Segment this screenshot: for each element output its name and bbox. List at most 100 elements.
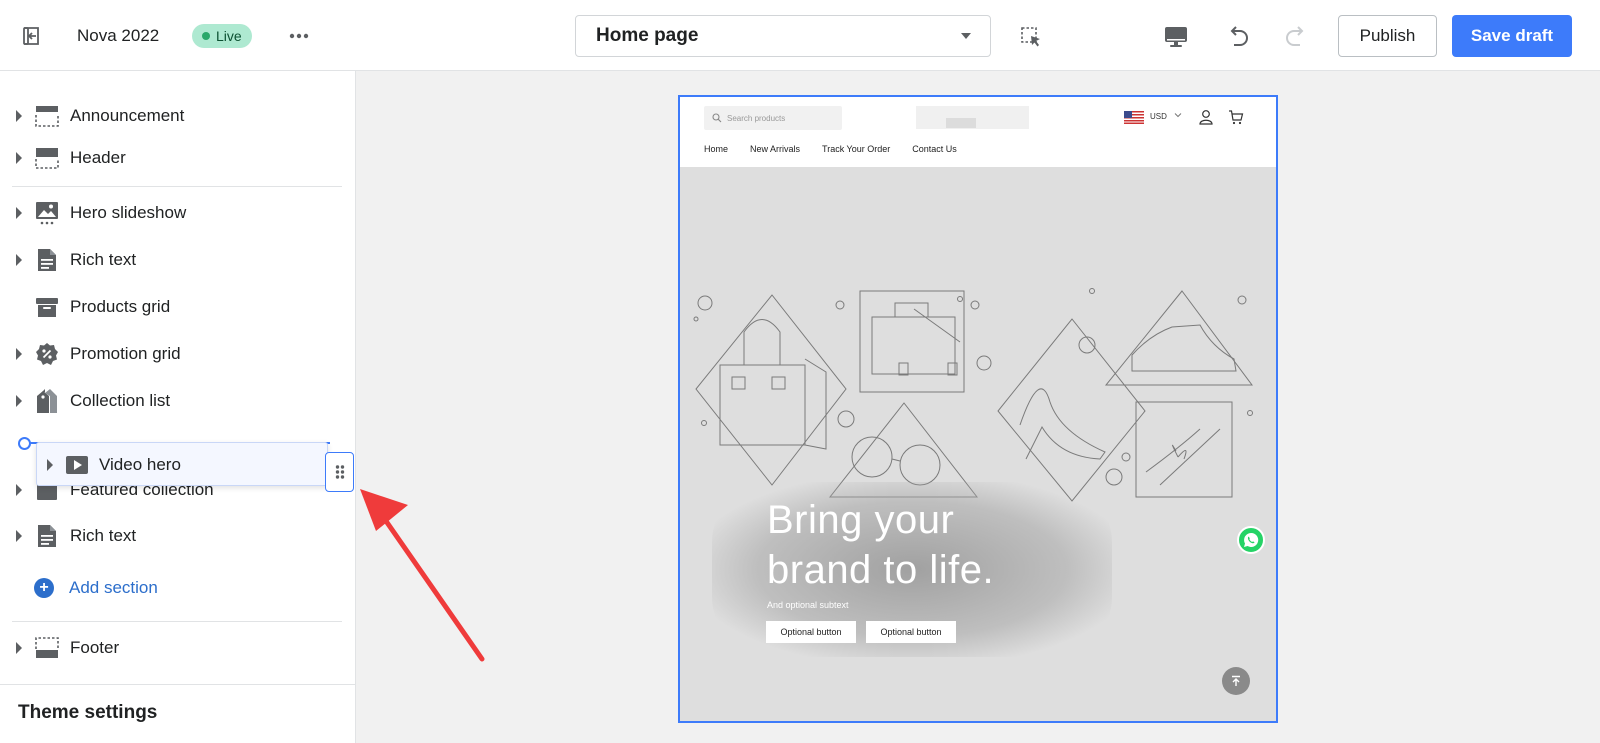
theme-settings-label: Theme settings: [18, 702, 158, 723]
expand-chevron-icon[interactable]: [16, 395, 22, 407]
expand-chevron-icon: [47, 459, 53, 471]
add-circle-icon: +: [34, 578, 54, 598]
expand-chevron-icon[interactable]: [16, 207, 22, 219]
drop-position-dot: [18, 437, 31, 450]
preview-nav-contact[interactable]: Contact Us: [912, 144, 957, 154]
preview-store-header[interactable]: Search products USD Home New Arrivals Tr…: [680, 97, 1276, 167]
select-cursor-icon: [1021, 27, 1040, 47]
discount-badge-icon: [34, 341, 60, 367]
expand-chevron-icon[interactable]: [16, 484, 22, 496]
preview-nav-track-order[interactable]: Track Your Order: [822, 144, 890, 154]
redo-icon: [1286, 26, 1304, 46]
exit-editor-button[interactable]: [18, 22, 46, 50]
image-slideshow-icon: [34, 200, 60, 226]
expand-chevron-icon[interactable]: [16, 254, 22, 266]
sidebar-divider: [12, 621, 342, 622]
chevron-down-icon: [1174, 113, 1182, 118]
editor-topbar: Nova 2022 Live Home page Publish Save dr…: [0, 0, 1600, 71]
preview-store-logo[interactable]: [916, 106, 1029, 129]
hero-heading-line-1: Bring your: [767, 498, 955, 542]
undo-button[interactable]: [1222, 20, 1254, 52]
video-play-icon: [64, 452, 90, 478]
expand-chevron-icon[interactable]: [16, 530, 22, 542]
sidebar-item-label: Rich text: [70, 250, 137, 269]
caret-down-icon: [961, 33, 971, 39]
dragging-section-video-hero[interactable]: Video hero: [36, 442, 328, 486]
sidebar-item-label: Hero slideshow: [70, 203, 187, 222]
redo-button[interactable]: [1280, 20, 1312, 52]
add-section-label: Add section: [69, 578, 158, 597]
sidebar-item-label: Promotion grid: [70, 344, 181, 363]
add-section-button[interactable]: + Add section: [34, 572, 158, 604]
more-actions-button[interactable]: [284, 22, 314, 50]
document-text-icon: [34, 247, 60, 273]
preview-nav-new-arrivals[interactable]: New Arrivals: [750, 144, 800, 154]
sections-sidebar: Announcement Header Hero slideshow Rich …: [0, 71, 356, 743]
sidebar-item-label: Footer: [70, 638, 120, 657]
live-dot-icon: [202, 32, 210, 40]
footer-layout-icon: [34, 635, 60, 661]
sidebar-item-label: Rich text: [70, 526, 137, 545]
page-template-select[interactable]: Home page: [575, 15, 991, 57]
whatsapp-icon: [1244, 532, 1259, 547]
page-select-value: Home page: [596, 25, 699, 46]
product-box-icon: [34, 294, 60, 320]
shopping-cart-icon[interactable]: [1228, 109, 1244, 125]
storefront-preview-frame[interactable]: Search products USD Home New Arrivals Tr…: [678, 95, 1278, 723]
us-flag-icon: [1124, 111, 1144, 124]
preview-currency-selector[interactable]: USD: [1150, 112, 1167, 121]
preview-main-nav: Home New Arrivals Track Your Order Conta…: [704, 144, 979, 154]
sidebar-item-announcement[interactable]: Announcement: [0, 96, 356, 136]
preview-canvas: Search products USD Home New Arrivals Tr…: [356, 71, 1600, 743]
scroll-to-top-button[interactable]: [1222, 667, 1250, 695]
expand-chevron-icon[interactable]: [16, 110, 22, 122]
hero-heading: Bring your brand to life.: [767, 495, 1097, 595]
preview-search-box[interactable]: Search products: [704, 106, 842, 130]
sidebar-item-label: Header: [70, 148, 126, 167]
live-status-badge: Live: [192, 24, 252, 48]
drag-handle[interactable]: [325, 452, 354, 492]
publish-button[interactable]: Publish: [1338, 15, 1437, 57]
collection-tag-icon: [34, 388, 60, 414]
sidebar-item-header[interactable]: Header: [0, 138, 356, 178]
sidebar-item-hero-slideshow[interactable]: Hero slideshow: [0, 193, 356, 233]
sidebar-item-footer[interactable]: Footer: [0, 628, 356, 668]
user-account-icon[interactable]: [1198, 109, 1214, 125]
search-icon: [712, 113, 722, 123]
announcement-bar-icon: [34, 103, 60, 129]
desktop-view-button[interactable]: [1161, 22, 1191, 52]
drag-handle-icon: [335, 465, 344, 479]
sidebar-item-collection-list[interactable]: Collection list: [0, 381, 356, 421]
sidebar-item-label: Announcement: [70, 106, 185, 125]
arrow-up-icon: [1232, 675, 1240, 686]
desktop-monitor-icon: [1165, 27, 1187, 47]
sidebar-item-products-grid[interactable]: Products grid: [0, 287, 356, 327]
undo-icon: [1230, 26, 1248, 46]
dragging-section-label: Video hero: [99, 455, 181, 474]
select-element-button[interactable]: [1016, 22, 1046, 52]
hero-button-2[interactable]: Optional button: [866, 621, 956, 643]
expand-chevron-icon[interactable]: [16, 152, 22, 164]
sidebar-item-rich-text[interactable]: Rich text: [0, 240, 356, 280]
expand-chevron-icon[interactable]: [16, 348, 22, 360]
hero-button-1[interactable]: Optional button: [766, 621, 856, 643]
preview-hero-section[interactable]: Bring your brand to life. And optional s…: [680, 167, 1276, 721]
header-layout-icon: [34, 145, 60, 171]
hero-heading-line-2: brand to life.: [767, 548, 995, 592]
theme-settings-tab[interactable]: Theme settings: [0, 684, 356, 743]
sidebar-item-promotion-grid[interactable]: Promotion grid: [0, 334, 356, 374]
annotation-arrow: [360, 489, 485, 662]
hero-subtext: And optional subtext: [767, 600, 849, 610]
sidebar-item-label: Products grid: [70, 297, 171, 316]
ellipsis-icon: [289, 33, 309, 39]
save-draft-button[interactable]: Save draft: [1452, 15, 1572, 57]
exit-icon: [23, 27, 39, 45]
sidebar-divider: [12, 186, 342, 187]
sidebar-item-rich-text-2[interactable]: Rich text: [0, 516, 356, 556]
whatsapp-chat-button[interactable]: [1237, 526, 1265, 554]
preview-search-placeholder: Search products: [727, 113, 786, 123]
document-text-icon: [34, 523, 60, 549]
expand-chevron-icon[interactable]: [16, 642, 22, 654]
preview-nav-home[interactable]: Home: [704, 144, 728, 154]
sidebar-item-label: Collection list: [70, 391, 171, 410]
